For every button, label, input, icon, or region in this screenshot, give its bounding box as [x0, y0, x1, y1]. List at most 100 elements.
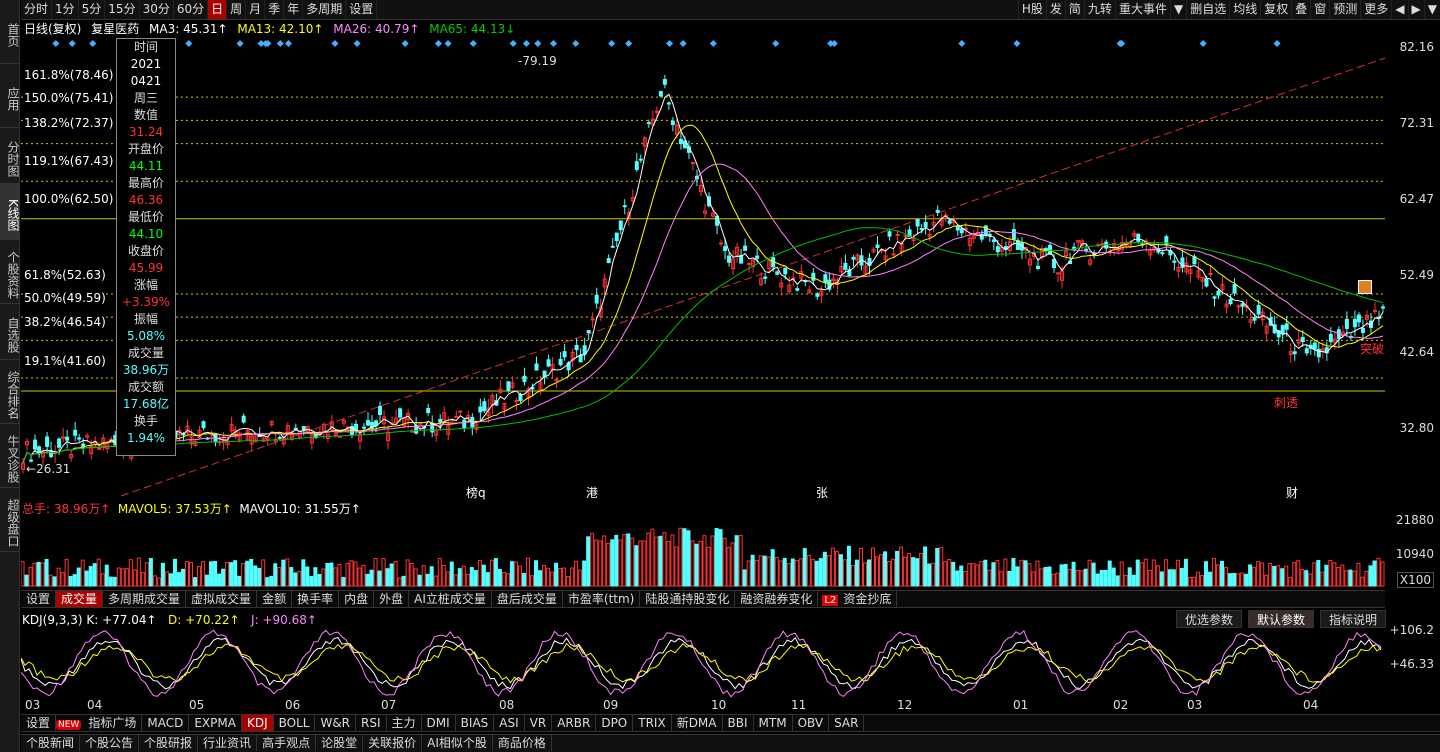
tool-button[interactable]: ▶	[1407, 0, 1424, 19]
indicator-tab[interactable]: 新DMA	[672, 715, 723, 731]
news-tab[interactable]: 个股公告	[80, 735, 140, 751]
volume-tab[interactable]: 外盘	[374, 591, 410, 607]
tool-button[interactable]: 简	[1064, 0, 1084, 19]
news-tab[interactable]: 关联报价	[363, 735, 423, 751]
indicator-tab[interactable]: RSI	[356, 715, 387, 731]
tool-button[interactable]: 更多	[1360, 0, 1391, 19]
tool-button[interactable]: 删自选	[1186, 0, 1229, 19]
tool-button[interactable]: ▼	[1169, 0, 1186, 19]
sidebar-item[interactable]: 牛叉诊股	[0, 424, 20, 488]
period-button[interactable]: 季	[265, 0, 285, 19]
default-params-button[interactable]: 默认参数	[1248, 610, 1315, 628]
volume-tab[interactable]: 市盈率(ttm)	[563, 591, 641, 607]
period-button[interactable]: 60分	[174, 0, 209, 19]
indicator-tab[interactable]: BOLL	[274, 715, 316, 731]
sidebar-item[interactable]: 分时图	[0, 128, 20, 184]
period-button[interactable]: 30分	[140, 0, 174, 19]
period-button[interactable]: 5分	[79, 0, 106, 19]
indicator-help-button[interactable]: 指标说明	[1320, 610, 1387, 628]
period-button[interactable]: 设置	[346, 0, 378, 19]
indicator-tab[interactable]: BBI	[723, 715, 754, 731]
tool-button[interactable]: ◀	[1391, 0, 1407, 19]
period-button[interactable]: 1分	[52, 0, 79, 19]
tool-button[interactable]: 九转	[1083, 0, 1115, 19]
kdj-chart[interactable]	[21, 628, 1385, 698]
indicator-tab[interactable]: BIAS	[456, 715, 495, 731]
volume-tab[interactable]: 多周期成交量	[103, 591, 187, 607]
candle-body	[1232, 284, 1237, 294]
tool-button[interactable]: 叠	[1291, 0, 1310, 19]
tool-button[interactable]: 均线	[1229, 0, 1260, 19]
indicator-tab[interactable]: VR	[525, 715, 553, 731]
volume-bar	[180, 568, 185, 587]
event-label[interactable]: 榜q	[466, 484, 486, 501]
indicator-tab[interactable]: 设置	[21, 715, 57, 731]
news-tab[interactable]: 商品价格	[493, 735, 552, 751]
indicator-tab[interactable]: OBV	[793, 715, 830, 731]
volume-bar	[56, 567, 61, 587]
sidebar-item[interactable]: 首页	[0, 0, 20, 64]
news-tab[interactable]: 个股新闻	[21, 735, 81, 751]
volume-tab[interactable]: 成交量	[56, 591, 104, 607]
stock-name[interactable]: 复星医药	[91, 22, 139, 36]
news-tab[interactable]: 论股堂	[316, 735, 364, 751]
indicator-tab[interactable]: EXPMA	[189, 715, 242, 731]
indicator-tab[interactable]: TRIX	[633, 715, 672, 731]
indicator-tab[interactable]: W&R	[315, 715, 357, 731]
news-tab[interactable]: AI相似个股	[422, 735, 493, 751]
volume-tab[interactable]: AI立桩成交量	[409, 591, 492, 607]
indicator-tab[interactable]: 主力	[387, 715, 422, 731]
tool-button[interactable]: 发	[1045, 0, 1065, 19]
indicator-tab[interactable]: 指标广场	[83, 715, 143, 731]
volume-tab[interactable]: 盘后成交量	[492, 591, 563, 607]
period-button[interactable]: 日	[208, 0, 228, 19]
news-tab[interactable]: 个股研报	[139, 735, 199, 751]
indicator-tab[interactable]: DMI	[422, 715, 456, 731]
tool-button[interactable]: 复权	[1260, 0, 1291, 19]
tool-button[interactable]: 预测	[1329, 0, 1360, 19]
candle-body	[586, 330, 591, 334]
sidebar-item[interactable]: 超级盘口	[0, 488, 20, 552]
period-button[interactable]: 15分	[105, 0, 140, 19]
news-tab[interactable]: 行业资讯	[198, 735, 258, 751]
tool-button[interactable]: 窗	[1310, 0, 1329, 19]
news-tab[interactable]: 高手观点	[257, 735, 317, 751]
ma-legend: 日线(复权) 复星医药 MA3: 45.31↑ MA13: 42.10↑ MA2…	[24, 21, 521, 37]
indicator-tab[interactable]: SAR	[829, 715, 865, 731]
period-button[interactable]: 周	[227, 0, 247, 19]
indicator-tab[interactable]: MTM	[754, 715, 793, 731]
indicator-tab[interactable]: DPO	[596, 715, 634, 731]
indicator-tab[interactable]: KDJ	[241, 715, 274, 731]
indicator-tab[interactable]: MACD	[142, 715, 190, 731]
volume-tab[interactable]: 换手率	[292, 591, 340, 607]
volume-tab[interactable]: 陆股通持股变化	[640, 591, 736, 607]
volume-tab[interactable]: 内盘	[339, 591, 375, 607]
period-button[interactable]: 分时	[21, 0, 53, 19]
event-label[interactable]: 张	[816, 484, 828, 501]
period-button[interactable]: 多周期	[303, 0, 347, 19]
volume-tab[interactable]: 资金抄底	[838, 591, 898, 607]
tool-button[interactable]: H股	[1017, 0, 1046, 19]
sidebar-item[interactable]: 综合排名	[0, 360, 20, 424]
volume-tab[interactable]: 金额	[257, 591, 293, 607]
volume-tab[interactable]: 虚拟成交量	[186, 591, 258, 607]
event-label[interactable]: 财	[1286, 484, 1298, 501]
volume-chart[interactable]	[21, 516, 1385, 588]
tool-button[interactable]: ▼	[1423, 0, 1440, 19]
sidebar-item[interactable]: 个股资料	[0, 240, 20, 304]
kline-chart[interactable]	[21, 36, 1385, 498]
note-icon[interactable]	[1358, 280, 1372, 294]
indicator-tab[interactable]: ASI	[494, 715, 525, 731]
event-label[interactable]: 港	[586, 484, 598, 501]
sidebar-item[interactable]: 自选股	[0, 304, 20, 360]
period-button[interactable]: 年	[284, 0, 304, 19]
volume-tab[interactable]: 融资融券变化	[735, 591, 819, 607]
indicator-tab[interactable]: ARBR	[552, 715, 597, 731]
sidebar-item[interactable]: K线图	[0, 184, 20, 240]
tool-button[interactable]: 重大事件	[1114, 0, 1170, 19]
volume-tab[interactable]: 设置	[21, 591, 57, 607]
sidebar-item[interactable]: 应用	[0, 64, 20, 128]
optimal-params-button[interactable]: 优选参数	[1176, 610, 1243, 628]
volume-bar	[899, 546, 904, 587]
period-button[interactable]: 月	[246, 0, 266, 19]
